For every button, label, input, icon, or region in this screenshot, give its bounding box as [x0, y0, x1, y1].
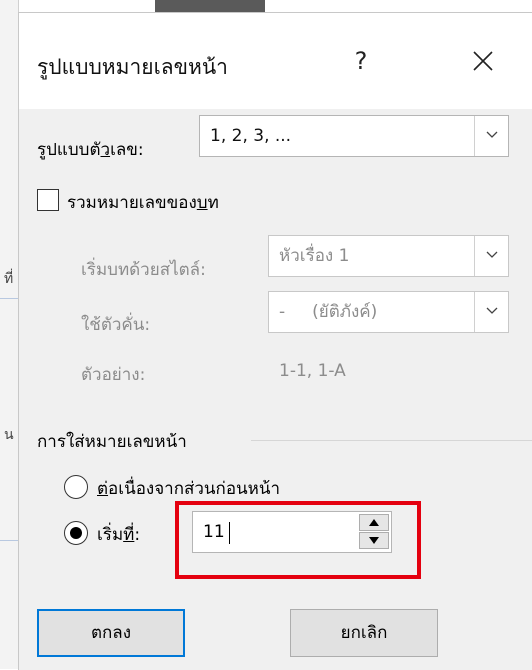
close-icon [473, 51, 493, 71]
chevron-down-icon [486, 251, 498, 258]
start-at-value[interactable]: 11 [203, 512, 225, 552]
number-format-label: รูปแบบตัวเลข: [37, 140, 144, 160]
number-format-combobox[interactable]: 1, 2, 3, ... [199, 115, 509, 157]
dialog-title: รูปแบบหมายเลขหน้า [37, 55, 228, 79]
separator-value: - (ยัติภังค์) [279, 302, 378, 322]
spin-down-button[interactable] [359, 532, 389, 549]
separator-label: ใช้ตัวคั่น: [81, 315, 151, 335]
dialog-titlebar: รูปแบบหมายเลขหน้า ? [19, 13, 532, 109]
number-format-dropdown-button[interactable] [474, 116, 508, 156]
chevron-down-icon [486, 307, 498, 314]
spin-up-button[interactable] [359, 514, 389, 531]
radio-selected-dot [70, 527, 82, 539]
chevron-down-icon [486, 131, 498, 138]
text-caret [229, 522, 230, 544]
background-rule [0, 298, 18, 299]
include-chapter-label[interactable]: รวมหมายเลขของบท [67, 189, 219, 216]
background-text-fragment: ที่ [4, 271, 14, 287]
background-document: ที่ น [0, 0, 19, 669]
chapter-style-combobox[interactable]: หัวเรื่อง 1 [268, 235, 509, 277]
group-divider [251, 440, 532, 441]
separator-dropdown-button[interactable] [474, 292, 508, 332]
background-rule [0, 540, 18, 541]
start-at-label[interactable]: เริ่มที่: [97, 521, 140, 548]
number-format-value: 1, 2, 3, ... [210, 126, 292, 146]
page-numbering-group-label: การใส่หมายเลขหน้า [37, 432, 187, 452]
help-button[interactable]: ? [345, 43, 377, 79]
background-toolbar-strip [155, 0, 265, 12]
continue-from-previous-label[interactable]: ต่อเนื่องจากส่วนก่อนหน้า [97, 475, 280, 502]
triangle-up-icon [369, 519, 379, 526]
chapter-style-label: เริ่มบทด้วยสไตล์: [81, 260, 206, 280]
triangle-down-icon [369, 537, 379, 544]
start-at-radio[interactable] [64, 521, 88, 545]
spinner-buttons [359, 514, 389, 550]
chapter-style-dropdown-button[interactable] [474, 236, 508, 276]
separator-combobox[interactable]: - (ยัติภังค์) [268, 291, 509, 333]
include-chapter-checkbox[interactable] [37, 189, 59, 211]
background-text-fragment: น [4, 427, 14, 443]
start-at-spinner[interactable]: 11 [192, 511, 392, 553]
page-number-format-dialog: รูปแบบหมายเลขหน้า ? รูปแบบตัวเลข: 1, 2, … [18, 12, 532, 670]
example-value: 1-1, 1-A [279, 361, 346, 381]
ok-button[interactable]: ตกลง [37, 609, 185, 657]
chapter-style-value: หัวเรื่อง 1 [279, 246, 350, 266]
example-label: ตัวอย่าง: [81, 365, 146, 385]
cancel-button[interactable]: ยกเลิก [290, 609, 438, 657]
close-button[interactable] [465, 43, 501, 79]
continue-from-previous-radio[interactable] [64, 475, 88, 499]
